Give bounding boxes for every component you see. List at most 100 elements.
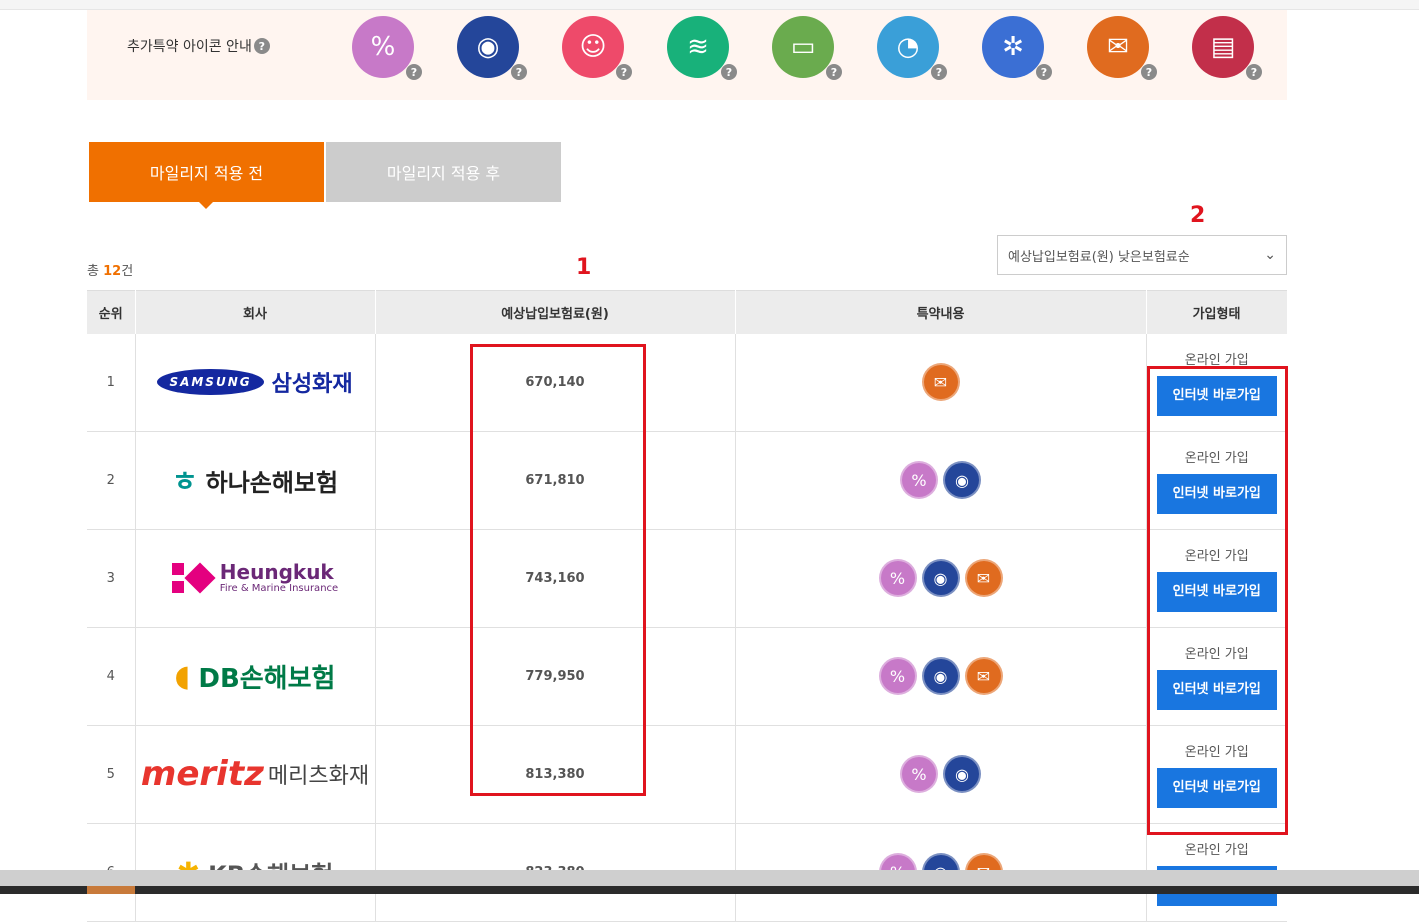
samsung-logo: SAMSUNG 삼성화재 bbox=[136, 334, 375, 431]
signup-type-label: 온라인 가입 bbox=[1184, 352, 1249, 368]
company-cell[interactable]: meritz 메리츠화재 bbox=[135, 725, 376, 824]
table-header-row: 순위 회사 예상납입보험료(원) 특약내용 가입형태 bbox=[87, 290, 1288, 334]
blackbox-icon[interactable]: ◉ bbox=[943, 461, 981, 499]
child-icon-glyph: ☺ bbox=[579, 32, 607, 62]
company-cell[interactable]: ㅎ 하나손해보험 bbox=[135, 431, 376, 530]
rank-cell: 5 bbox=[87, 725, 136, 824]
connected-car-icon-glyph: ≋ bbox=[687, 32, 709, 62]
company-cell[interactable]: SAMSUNG 삼성화재 bbox=[135, 333, 376, 432]
public-transit-icon[interactable]: ▭? bbox=[772, 16, 842, 80]
help-icon[interactable]: ? bbox=[826, 64, 842, 80]
mobile-discount-icon[interactable]: % bbox=[878, 657, 917, 695]
coverage-cell: %◉✉ bbox=[735, 627, 1147, 726]
rank-cell: 3 bbox=[87, 529, 136, 628]
help-icon[interactable]: ? bbox=[931, 64, 947, 80]
coverage-cell: % ◉ bbox=[735, 725, 1147, 824]
header-premium: 예상납입보험료(원) bbox=[375, 290, 736, 334]
coverage-cell: %◉✉ bbox=[735, 529, 1147, 628]
taskbar-active-item bbox=[87, 886, 135, 894]
blackbox-icon[interactable]: ◉ bbox=[943, 755, 981, 793]
help-icon[interactable]: ? bbox=[616, 64, 632, 80]
child-icon[interactable]: ☺? bbox=[562, 16, 632, 80]
rank-cell: 2 bbox=[87, 431, 136, 530]
public-transit-icon-glyph: ▭ bbox=[790, 32, 816, 62]
company-subtitle: Fire & Marine Insurance bbox=[219, 583, 339, 594]
company-cell[interactable]: ◖ DB손해보험 bbox=[135, 627, 376, 726]
header-coverage: 특약내용 bbox=[735, 290, 1147, 334]
header-company: 회사 bbox=[135, 290, 376, 334]
company-name: DB손해보험 bbox=[198, 663, 336, 694]
help-icon[interactable]: ? bbox=[1036, 64, 1052, 80]
mobile-discount-icon[interactable]: % bbox=[900, 461, 938, 499]
heungkuk-logo: Heungkuk Fire & Marine Insurance bbox=[136, 530, 375, 627]
rank-cell: 4 bbox=[87, 627, 136, 726]
tire-icon-glyph: ✲ bbox=[1002, 32, 1024, 62]
annotation-1: 1 bbox=[576, 255, 592, 280]
mobile-discount-icon[interactable]: % bbox=[900, 755, 938, 793]
mobile-discount-icon-glyph: % bbox=[370, 32, 396, 62]
table-row: 1 SAMSUNG 삼성화재 670,140 ✉ 온라인 가입 인터넷 바로가입 bbox=[87, 333, 1287, 432]
e-document-icon[interactable]: ✉ bbox=[964, 657, 1003, 695]
help-icon[interactable]: ? bbox=[1141, 64, 1157, 80]
results-table: 순위 회사 예상납입보험료(원) 특약내용 가입형태 1 SAMSUNG 삼성화… bbox=[87, 290, 1288, 922]
icon-guide-label: 추가특약 아이콘 안내 ? bbox=[127, 36, 270, 56]
db-logo: ◖ DB손해보험 bbox=[136, 628, 375, 725]
total-prefix: 총 bbox=[87, 264, 99, 279]
rank-cell: 1 bbox=[87, 333, 136, 432]
tab-after-mileage[interactable]: 마일리지 적용 후 bbox=[326, 142, 561, 202]
help-icon[interactable]: ? bbox=[1246, 64, 1262, 80]
sort-selected-value: 예상납입보험료(원) 낮은보험료순 bbox=[1008, 249, 1190, 265]
icon-guide-label-text: 추가특약 아이콘 안내 bbox=[127, 39, 252, 55]
blackbox-icon[interactable]: ◉? bbox=[457, 16, 527, 80]
total-suffix: 건 bbox=[121, 264, 134, 279]
blackbox-icon[interactable]: ◉ bbox=[921, 559, 960, 597]
e-document-icon[interactable]: ✉? bbox=[1087, 16, 1157, 80]
annotation-2: 2 bbox=[1190, 203, 1206, 228]
db-logo-mark: ◖ bbox=[174, 658, 191, 694]
table-row: 3 Heungkuk Fire & Marine Insurance 743,1… bbox=[87, 529, 1287, 628]
safe-driving-score-icon[interactable]: ◔? bbox=[877, 16, 947, 80]
safe-driving-score-icon-glyph: ◔ bbox=[896, 32, 920, 62]
mobile-discount-icon[interactable]: %? bbox=[352, 16, 422, 80]
company-name: Heungkuk bbox=[219, 560, 334, 584]
mileage-tabs: 마일리지 적용 전 마일리지 적용 후 bbox=[89, 142, 561, 209]
highlight-join-buttons bbox=[1147, 366, 1288, 835]
tab-before-mileage[interactable]: 마일리지 적용 전 bbox=[89, 142, 324, 209]
e-document-icon-glyph: ✉ bbox=[1107, 32, 1129, 62]
coverage-cell: ✉ bbox=[735, 333, 1147, 432]
help-icon[interactable]: ? bbox=[406, 64, 422, 80]
total-count-number: 12 bbox=[103, 264, 122, 279]
company-name: 하나손해보험 bbox=[205, 468, 339, 497]
heungkuk-logo-mark bbox=[171, 562, 216, 594]
help-icon[interactable]: ? bbox=[253, 38, 270, 54]
help-icon[interactable]: ? bbox=[721, 64, 737, 80]
meritz-logo: meritz 메리츠화재 bbox=[136, 726, 375, 823]
connected-car-icon[interactable]: ≋? bbox=[667, 16, 737, 80]
total-count: 총 12건 bbox=[87, 260, 133, 279]
store-icon[interactable]: ▤? bbox=[1192, 16, 1262, 80]
mobile-discount-icon[interactable]: % bbox=[878, 559, 917, 597]
highlight-premium-column bbox=[470, 344, 646, 796]
blackbox-icon[interactable]: ◉ bbox=[921, 657, 960, 695]
help-icon[interactable]: ? bbox=[511, 64, 527, 80]
taskbar bbox=[0, 870, 1419, 894]
samsung-logo-mark: SAMSUNG bbox=[157, 369, 264, 395]
company-name: 메리츠화재 bbox=[267, 764, 370, 789]
chevron-down-icon: ⌄ bbox=[1264, 247, 1276, 263]
header-signup-type: 가입형태 bbox=[1146, 290, 1288, 334]
table-row: 2 ㅎ 하나손해보험 671,810 % ◉ 온라인 가입 인터넷 바로가입 bbox=[87, 431, 1287, 530]
sort-select[interactable]: 예상납입보험료(원) 낮은보험료순 ⌄ bbox=[997, 235, 1287, 275]
table-row: 4 ◖ DB손해보험 779,950 % ◉ ✉ 온라인 가입 인터넷 바로가입 bbox=[87, 627, 1287, 726]
company-cell[interactable]: Heungkuk Fire & Marine Insurance bbox=[135, 529, 376, 628]
e-document-icon[interactable]: ✉ bbox=[964, 559, 1003, 597]
header-rank: 순위 bbox=[87, 290, 136, 334]
coverage-cell: % ◉ bbox=[735, 431, 1147, 530]
store-icon-glyph: ▤ bbox=[1210, 32, 1236, 62]
signup-type-label: 온라인 가입 bbox=[1184, 842, 1249, 858]
icon-guide-panel: 추가특약 아이콘 안내 ? %? ◉? ☺? ≋? ▭? ◔? ✲? ✉? ▤? bbox=[87, 10, 1287, 100]
tire-icon[interactable]: ✲? bbox=[982, 16, 1052, 80]
blackbox-icon-glyph: ◉ bbox=[476, 32, 500, 62]
company-name: 삼성화재 bbox=[271, 372, 353, 397]
hana-logo: ㅎ 하나손해보험 bbox=[136, 432, 375, 529]
e-document-icon[interactable]: ✉ bbox=[921, 363, 960, 401]
